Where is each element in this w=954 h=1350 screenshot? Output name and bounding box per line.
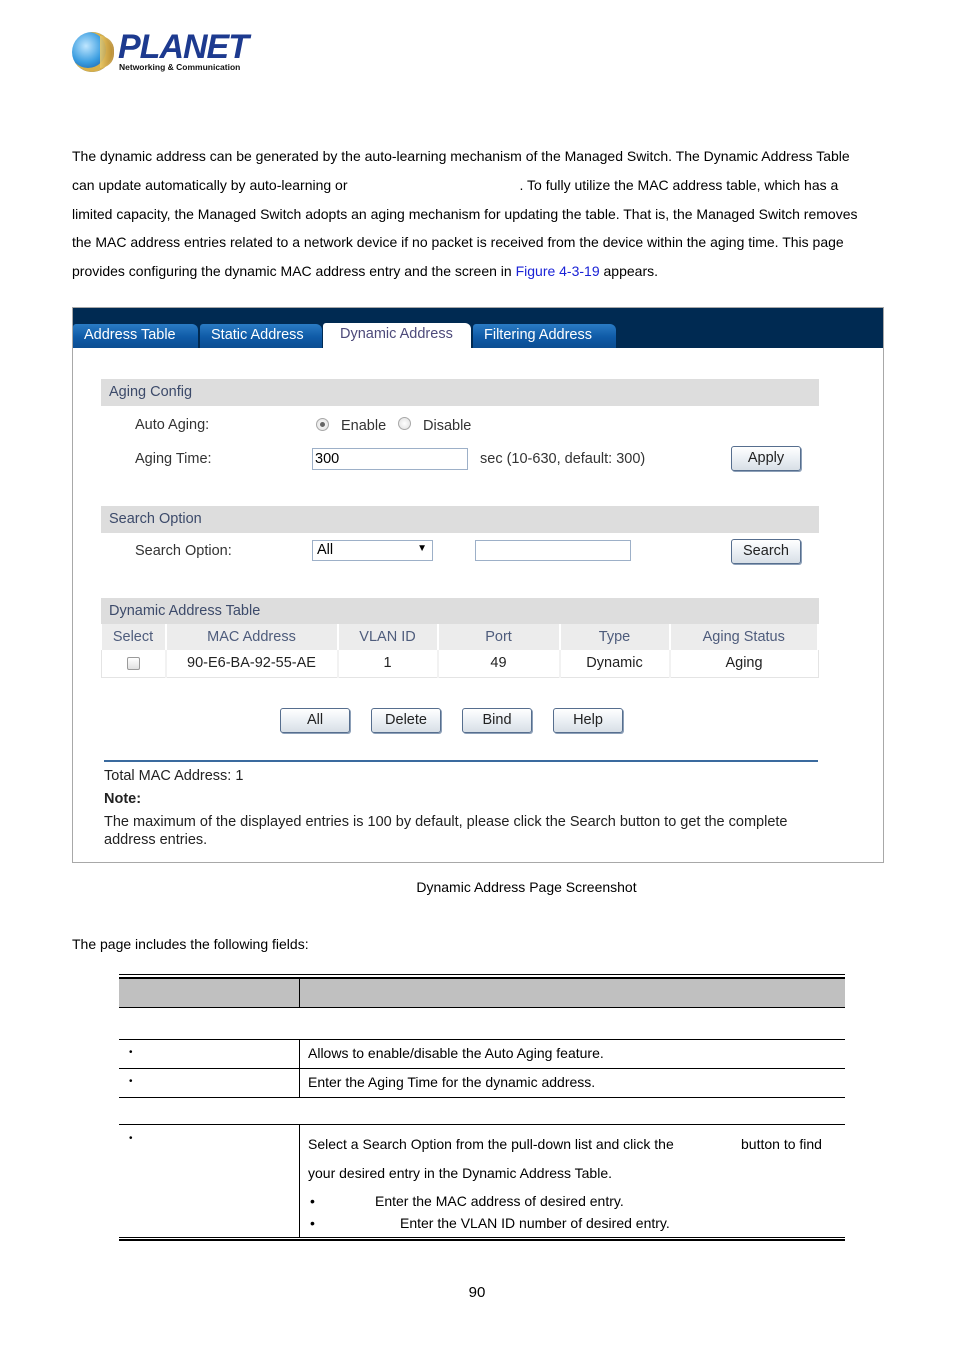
port-cell: 49 xyxy=(437,650,561,678)
table-bottom-rule xyxy=(119,1237,845,1238)
delete-button[interactable]: Delete xyxy=(371,708,441,733)
figure-caption: Dynamic Address Page Screenshot xyxy=(416,879,637,895)
sub-item: Enter the VLAN ID number of desired entr… xyxy=(400,1215,670,1231)
bullet-icon: • xyxy=(310,1193,315,1209)
dropdown-arrow-icon: ▼ xyxy=(417,543,427,554)
auto-aging-label: Auto Aging: xyxy=(135,417,210,433)
note-text: The maximum of the displayed entries is … xyxy=(104,814,788,848)
figure-link[interactable]: Figure 4-3-19 xyxy=(516,263,600,279)
header-description-cell xyxy=(299,979,845,1007)
row-select-cell xyxy=(101,650,167,678)
aging-time-hint: sec (10-630, default: 300) xyxy=(480,451,646,467)
field-desc-cell: Allows to enable/disable the Auto Aging … xyxy=(299,1040,845,1068)
table-row: 90-E6-BA-92-55-AE 1 49 Dynamic Aging xyxy=(101,650,819,678)
col-type: Type xyxy=(559,624,671,650)
aging-status-cell: Aging xyxy=(669,650,819,678)
table-bottom-rule xyxy=(119,1239,845,1241)
bind-button[interactable]: Bind xyxy=(462,708,532,733)
col-mac-address: MAC Address xyxy=(165,624,339,650)
tab-filtering-address[interactable]: Filtering Address xyxy=(473,324,616,348)
type-cell: Dynamic xyxy=(559,650,671,678)
bullet-icon: • xyxy=(129,1076,133,1087)
search-option-select[interactable]: All ▼ xyxy=(312,540,433,561)
tab-address-table[interactable]: Address Table xyxy=(73,324,198,348)
field-desc-cell: Enter the Aging Time for the dynamic add… xyxy=(299,1069,845,1097)
aging-config-header: Aging Config xyxy=(101,379,819,406)
search-option-header: Search Option xyxy=(101,506,819,533)
dynamic-address-screenshot: Address Table Static Address Dynamic Add… xyxy=(72,307,884,863)
enable-label: Enable xyxy=(341,418,387,434)
bullet-icon: • xyxy=(129,1047,133,1058)
field-name-cell: • xyxy=(119,1069,299,1097)
fields-intro: The page includes the following fields: xyxy=(72,936,309,952)
table-row: • Allows to enable/disable the Auto Agin… xyxy=(119,1039,845,1069)
intro-paragraph: The dynamic address can be generated by … xyxy=(72,142,887,286)
globe-logo-icon xyxy=(72,32,114,72)
header-object-cell xyxy=(119,979,299,1007)
tab-dynamic-address[interactable]: Dynamic Address xyxy=(323,323,471,348)
search-option-label: Search Option: xyxy=(135,543,232,559)
table-row: • Enter the Aging Time for the dynamic a… xyxy=(119,1069,845,1098)
field-name-cell: • xyxy=(119,1125,299,1238)
intro-text: can update automatically by auto-learnin… xyxy=(72,176,348,193)
col-vlan-id: VLAN ID xyxy=(337,624,439,650)
note-label: Note: xyxy=(104,791,142,807)
search-option-selected: All xyxy=(317,542,334,558)
dynamic-address-table: Select MAC Address VLAN ID Port Type Agi… xyxy=(101,624,819,678)
address-table-header: Dynamic Address Table xyxy=(101,598,819,624)
apply-button[interactable]: Apply xyxy=(731,446,801,471)
intro-line: The dynamic address can be generated by … xyxy=(72,148,850,164)
enable-radio[interactable] xyxy=(316,418,329,431)
total-mac-address: Total MAC Address: 1 xyxy=(104,768,244,784)
fields-table-header xyxy=(119,979,845,1008)
intro-text: appears. xyxy=(603,263,658,280)
table-header-row: Select MAC Address VLAN ID Port Type Agi… xyxy=(101,624,819,650)
mac-cell: 90-E6-BA-92-55-AE xyxy=(165,650,339,678)
aging-time-label: Aging Time: xyxy=(135,451,212,467)
intro-text: provides configuring the dynamic MAC add… xyxy=(72,263,512,280)
col-port: Port xyxy=(437,624,561,650)
tab-static-address[interactable]: Static Address xyxy=(200,324,322,348)
search-value-input[interactable] xyxy=(475,540,631,561)
disable-radio[interactable] xyxy=(398,417,411,430)
desc-text: your desired entry in the Dynamic Addres… xyxy=(308,1165,613,1181)
field-name-cell: • xyxy=(119,1040,299,1068)
search-button[interactable]: Search xyxy=(731,539,801,564)
field-desc-cell: Select a Search Option from the pull-dow… xyxy=(299,1125,845,1238)
tab-bar: Address Table Static Address Dynamic Add… xyxy=(73,308,883,348)
planet-logo: PLANET Networking & Communication xyxy=(72,28,249,76)
desc-text: button to find xyxy=(741,1136,822,1152)
sub-item: Enter the MAC address of desired entry. xyxy=(375,1193,624,1209)
bullet-icon: • xyxy=(129,1133,133,1144)
intro-line: the MAC address entries related to a net… xyxy=(72,234,844,251)
intro-text: . To fully utilize the MAC address table… xyxy=(519,176,839,193)
logo-tagline: Networking & Communication xyxy=(119,62,241,72)
desc-text: Select a Search Option from the pull-dow… xyxy=(308,1136,674,1152)
col-aging-status: Aging Status xyxy=(669,624,819,650)
intro-line: can update automatically by auto-learnin… xyxy=(72,171,887,200)
divider xyxy=(104,760,818,762)
bullet-icon: • xyxy=(310,1215,315,1231)
help-button[interactable]: Help xyxy=(553,708,623,733)
disable-label: Disable xyxy=(423,418,472,434)
row-select-checkbox[interactable] xyxy=(126,656,140,670)
table-row: • Select a Search Option from the pull-d… xyxy=(119,1124,845,1238)
col-select: Select xyxy=(101,624,167,650)
vlan-cell: 1 xyxy=(337,650,439,678)
intro-line: provides configuring the dynamic MAC add… xyxy=(72,257,887,286)
table-top-rule xyxy=(119,974,845,975)
page-number: 90 xyxy=(468,1284,486,1301)
aging-time-input[interactable] xyxy=(312,448,468,470)
intro-line: limited capacity, the Managed Switch ado… xyxy=(72,205,858,222)
select-all-button[interactable]: All xyxy=(280,708,350,733)
